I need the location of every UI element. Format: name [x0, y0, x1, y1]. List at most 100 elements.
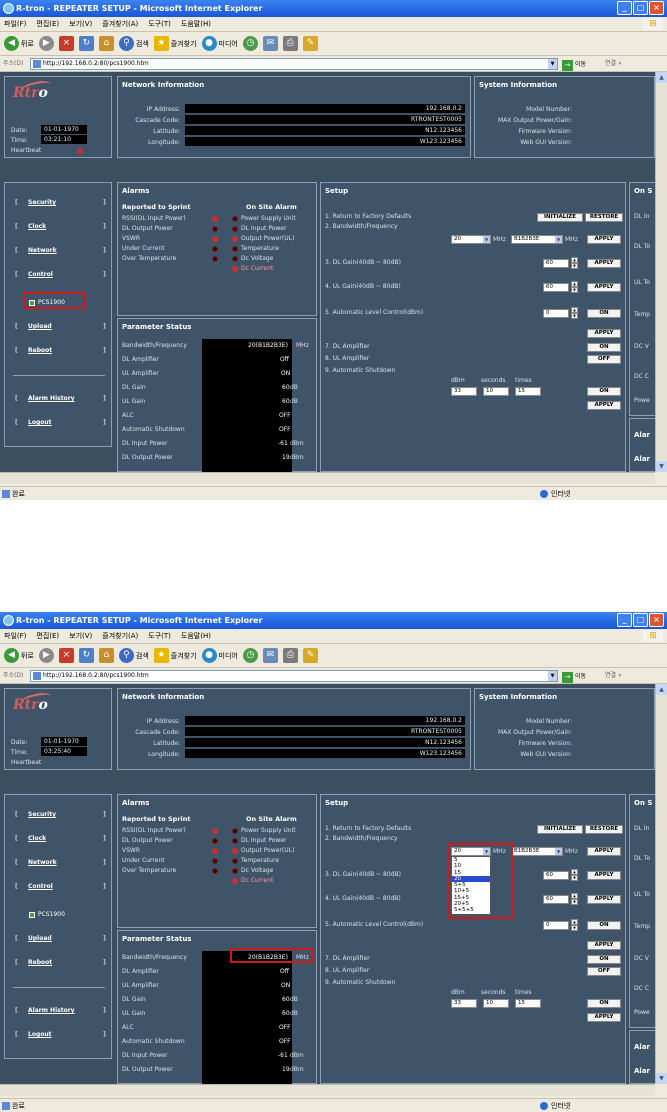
horizontal-scrollbar[interactable] [0, 472, 655, 484]
back-button[interactable]: ◀ 뒤로 [4, 648, 34, 663]
apply-ul-gain-button[interactable]: APPLY [587, 895, 621, 904]
chevron-down-icon[interactable]: ▼ [548, 671, 557, 681]
dl-gain-input[interactable]: 60 [543, 871, 569, 880]
alc-on-button[interactable]: ON [587, 309, 621, 318]
nav-reboot[interactable]: [Reboot] [15, 347, 107, 359]
nav-logout[interactable]: [Logout] [15, 1031, 107, 1043]
nav-control[interactable]: [Control] [15, 883, 107, 895]
forward-button[interactable]: ▶ [38, 648, 54, 663]
apply-bandwidth-button[interactable]: APPLY [587, 235, 621, 244]
nav-reboot[interactable]: [Reboot] [15, 959, 107, 971]
edit-icon[interactable]: ✎ [302, 648, 318, 663]
media-button[interactable]: ● 미디어 [201, 648, 238, 663]
stop-icon[interactable]: × [58, 648, 74, 663]
shutdown-seconds-input[interactable]: 10 [483, 387, 509, 396]
ul-gain-stepper[interactable]: ▲ ▼ [571, 281, 578, 293]
nav-clock[interactable]: [Clock] [15, 835, 107, 847]
edit-icon[interactable]: ✎ [302, 36, 318, 51]
shutdown-times-input[interactable]: 15 [515, 387, 541, 396]
history-icon[interactable]: ◷ [242, 648, 258, 663]
minimize-button[interactable]: _ [617, 613, 632, 627]
dl-amp-on-button[interactable]: ON [587, 955, 621, 964]
menu-favorites[interactable]: 즐겨찾기(A) [102, 629, 138, 643]
shutdown-times-input[interactable]: 15 [515, 999, 541, 1008]
apply-shutdown-button[interactable]: APPLY [587, 401, 621, 410]
menu-edit[interactable]: 편집(E) [36, 629, 59, 643]
alc-input[interactable]: 0 [543, 309, 569, 318]
nav-upload[interactable]: [Upload] [15, 323, 107, 335]
menu-view[interactable]: 보기(V) [69, 17, 92, 31]
links-label[interactable]: 연결 » [605, 668, 622, 684]
print-icon[interactable]: ⎙ [282, 648, 298, 663]
search-button[interactable]: ⚲ 검색 [118, 36, 149, 51]
restore-button[interactable]: RESTORE [585, 825, 623, 834]
menu-view[interactable]: 보기(V) [69, 629, 92, 643]
apply-dl-gain-button[interactable]: APPLY [587, 871, 621, 880]
url-input[interactable]: http://192.168.0.2:80/pcs1900.htm ▼ [30, 58, 558, 70]
ul-gain-stepper[interactable]: ▲ ▼ [571, 893, 578, 905]
search-button[interactable]: ⚲ 검색 [118, 648, 149, 663]
menu-help[interactable]: 도움말(H) [181, 629, 211, 643]
alc-stepper[interactable]: ▲ ▼ [571, 307, 578, 319]
vertical-scrollbar[interactable]: ▲ ▼ [655, 684, 667, 1084]
nav-logout[interactable]: [Logout] [15, 419, 107, 431]
dl-gain-stepper[interactable]: ▲ ▼ [571, 257, 578, 269]
close-button[interactable]: × [649, 613, 664, 627]
minimize-button[interactable]: _ [617, 1, 632, 15]
maximize-button[interactable]: □ [633, 1, 648, 15]
menu-edit[interactable]: 편집(E) [36, 17, 59, 31]
close-button[interactable]: × [649, 1, 664, 15]
media-button[interactable]: ● 미디어 [201, 36, 238, 51]
ul-gain-input[interactable]: 60 [543, 895, 569, 904]
menu-tools[interactable]: 도구(T) [148, 17, 171, 31]
ul-amp-off-button[interactable]: OFF [587, 355, 621, 364]
apply-alc-button[interactable]: APPLY [587, 329, 621, 338]
initialize-button[interactable]: INITIALIZE [537, 825, 583, 834]
nav-security[interactable]: [Security] [15, 199, 107, 211]
apply-shutdown-button[interactable]: APPLY [587, 1013, 621, 1022]
apply-bandwidth-button[interactable]: APPLY [587, 847, 621, 856]
refresh-icon[interactable]: ↻ [78, 648, 94, 663]
ul-amp-off-button[interactable]: OFF [587, 967, 621, 976]
maximize-button[interactable]: □ [633, 613, 648, 627]
ul-gain-input[interactable]: 60 [543, 283, 569, 292]
menu-file[interactable]: 파일(F) [4, 629, 26, 643]
back-button[interactable]: ◀ 뒤로 [4, 36, 34, 51]
dl-gain-stepper[interactable]: ▲ ▼ [571, 869, 578, 881]
history-icon[interactable]: ◷ [242, 36, 258, 51]
refresh-icon[interactable]: ↻ [78, 36, 94, 51]
chevron-down-icon[interactable]: ▼ [548, 59, 557, 69]
dl-gain-input[interactable]: 60 [543, 259, 569, 268]
apply-dl-gain-button[interactable]: APPLY [587, 259, 621, 268]
go-button[interactable]: → 이동 [562, 669, 586, 685]
forward-button[interactable]: ▶ [38, 36, 54, 51]
shutdown-dbm-input[interactable]: 33 [451, 387, 477, 396]
bandwidth-select[interactable]: 20 ▼ [451, 235, 491, 244]
nav-alarm-history[interactable]: [Alarm History] [15, 1007, 107, 1019]
shutdown-on-button[interactable]: ON [587, 387, 621, 396]
restore-button[interactable]: RESTORE [585, 213, 623, 222]
favorites-button[interactable]: ★ 즐겨찾기 [153, 36, 197, 51]
menu-file[interactable]: 파일(F) [4, 17, 26, 31]
alc-input[interactable]: 0 [543, 921, 569, 930]
initialize-button[interactable]: INITIALIZE [537, 213, 583, 222]
shutdown-on-button[interactable]: ON [587, 999, 621, 1008]
horizontal-scrollbar[interactable] [0, 1084, 655, 1096]
apply-ul-gain-button[interactable]: APPLY [587, 283, 621, 292]
shutdown-dbm-input[interactable]: 33 [451, 999, 477, 1008]
alc-on-button[interactable]: ON [587, 921, 621, 930]
url-input[interactable]: http://192.168.0.2:80/pcs1900.htm ▼ [30, 670, 558, 682]
nav-network[interactable]: [Network] [15, 859, 107, 871]
mail-icon[interactable]: ✉ [262, 36, 278, 51]
nav-clock[interactable]: [Clock] [15, 223, 107, 235]
menu-favorites[interactable]: 즐겨찾기(A) [102, 17, 138, 31]
nav-control[interactable]: [Control] [15, 271, 107, 283]
shutdown-seconds-input[interactable]: 10 [483, 999, 509, 1008]
frequency-select[interactable]: B1B2B3E ▼ [511, 235, 563, 244]
vertical-scrollbar[interactable]: ▲ ▼ [655, 72, 667, 472]
home-icon[interactable]: ⌂ [98, 36, 114, 51]
print-icon[interactable]: ⎙ [282, 36, 298, 51]
frequency-select[interactable]: B1B2B3E ▼ [511, 847, 563, 856]
apply-alc-button[interactable]: APPLY [587, 941, 621, 950]
nav-network[interactable]: [Network] [15, 247, 107, 259]
